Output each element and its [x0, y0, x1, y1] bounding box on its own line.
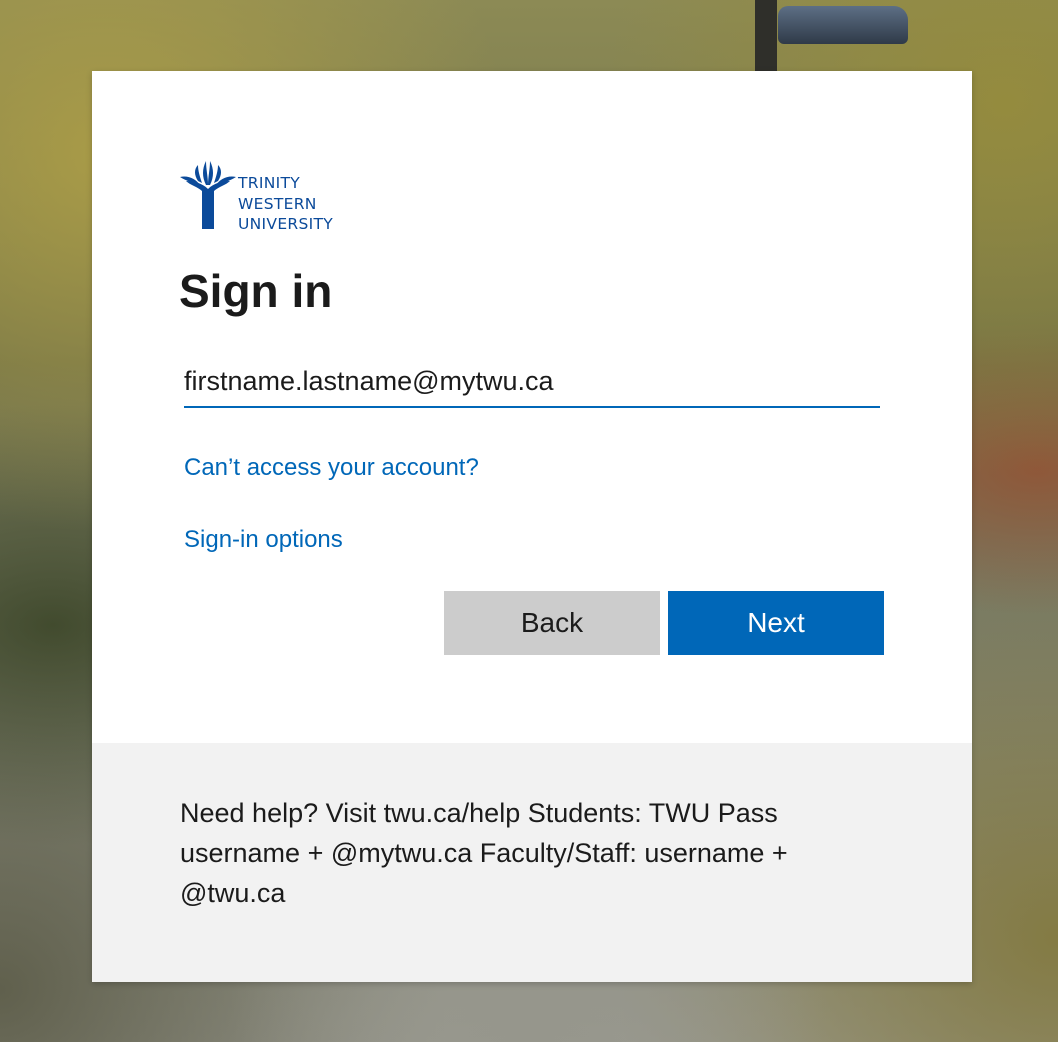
email-field[interactable] [184, 356, 880, 408]
logo-line-1: TRINITY [238, 174, 301, 192]
signin-panel: TRINITY WESTERN UNIVERSITY Sign in Can’t… [92, 71, 972, 743]
signin-options-link[interactable]: Sign-in options [184, 526, 343, 554]
back-button[interactable]: Back [444, 591, 660, 655]
university-logo-mark-icon [180, 161, 236, 229]
signin-card: TRINITY WESTERN UNIVERSITY Sign in Can’t… [92, 71, 972, 982]
help-text: Need help? Visit twu.ca/help Students: T… [180, 798, 788, 908]
logo-line-2: WESTERN [238, 194, 317, 213]
cant-access-account-link[interactable]: Can’t access your account? [184, 454, 479, 482]
lamp-post [755, 0, 777, 72]
help-footer: Need help? Visit twu.ca/help Students: T… [92, 743, 972, 982]
university-logo: TRINITY WESTERN UNIVERSITY [180, 159, 360, 233]
lamp-head [778, 6, 908, 44]
next-button[interactable]: Next [668, 591, 884, 655]
university-wordmark: TRINITY WESTERN UNIVERSITY [238, 173, 333, 235]
logo-line-3: UNIVERSITY [238, 215, 334, 233]
page-title: Sign in [179, 265, 333, 317]
